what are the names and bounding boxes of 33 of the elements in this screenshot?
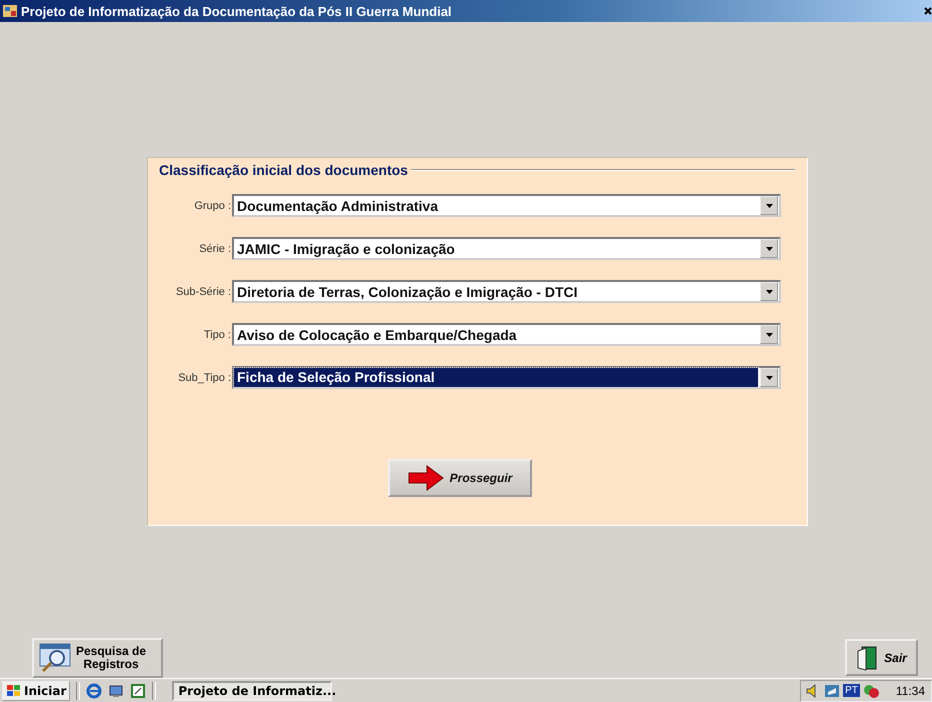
app-icon [2,3,18,19]
notepad-icon[interactable] [130,682,146,698]
dropdown-field[interactable]: JAMIC - Imigração e colonização [232,237,781,260]
dropdown-arrow-icon[interactable] [766,332,772,336]
door-icon [856,644,878,670]
dropdown-field[interactable]: Documentação Administrativa [232,194,781,217]
dropdown-field[interactable]: Aviso de Colocação e Embarque/Chegada [232,323,781,346]
field-label: Sub_Tipo : [177,372,232,384]
field-label: Sub-Série : [174,286,232,298]
arrow-icon [408,465,444,491]
dropdown-field[interactable]: Diretoria de Terras, Colonização e Imigração - DTCI [232,280,781,303]
browser-icon[interactable] [86,682,102,698]
window-title: Projeto de Informatização da Documentação da Pós II Guerra Mundial [21,4,453,18]
clock: 11:34 [896,684,925,698]
dropdown-field[interactable]: Ficha de Seleção Profissional [232,366,781,389]
dropdown-arrow-icon[interactable] [766,204,772,208]
start-button[interactable]: Iniciar [2,680,70,700]
field-label: Série : [198,242,232,254]
desktop-icon[interactable] [108,682,124,698]
group-title: Classificação inicial dos documentos [158,162,409,178]
field-label: Grupo : [193,200,232,212]
language-indicator[interactable]: PT [843,684,860,697]
dropdown-arrow-icon[interactable] [766,376,772,380]
proceed-button[interactable]: Prosseguir [388,459,532,497]
close-icon[interactable] [924,5,932,17]
windows-flag-icon [6,684,22,698]
dropdown-arrow-icon[interactable] [766,246,772,250]
exit-button[interactable]: Sair [845,639,918,676]
taskbar-item[interactable]: Projeto de Informatiz... [172,680,332,700]
field-label: Tipo : [202,328,232,340]
dropdown-arrow-icon[interactable] [766,290,772,294]
search-records-button[interactable]: Pesquisa de Registros [32,638,163,678]
magnifier-window-icon [38,642,72,674]
